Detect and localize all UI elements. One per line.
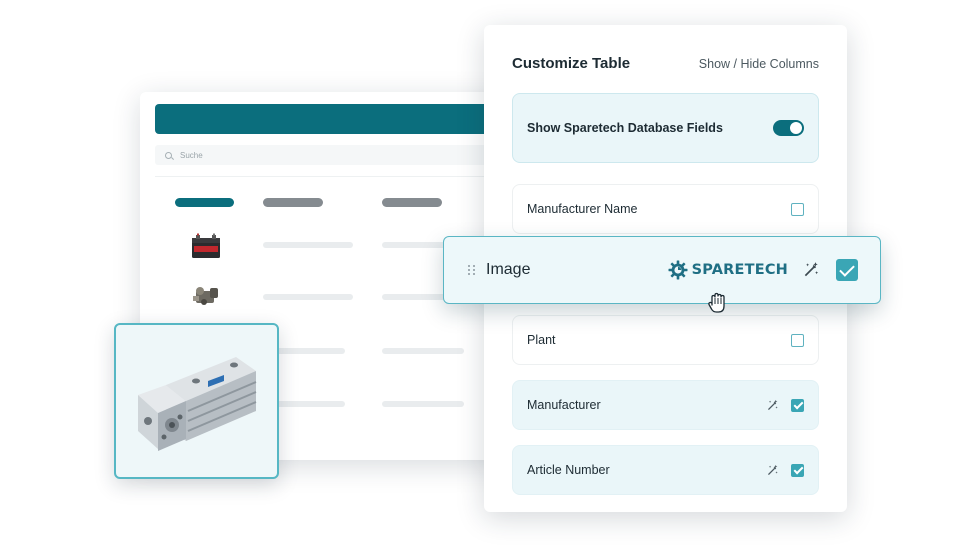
show-hide-columns-link[interactable]: Show / Hide Columns bbox=[699, 57, 819, 71]
field-label: Image bbox=[486, 261, 531, 278]
field-row-manufacturer-name[interactable]: Manufacturer Name bbox=[512, 184, 819, 234]
search-icon bbox=[165, 151, 172, 159]
magic-wand-icon bbox=[804, 262, 819, 277]
cell-placeholder bbox=[263, 294, 353, 300]
magic-wand-icon bbox=[767, 464, 778, 475]
field-label: Plant bbox=[527, 333, 556, 347]
field-checkbox[interactable] bbox=[836, 259, 858, 281]
field-row-article-number[interactable]: Article Number bbox=[512, 445, 819, 495]
field-checkbox[interactable] bbox=[791, 202, 804, 216]
search-placeholder: Suche bbox=[180, 150, 203, 160]
toggle-label: Show Sparetech Database Fields bbox=[527, 121, 723, 135]
column-header-placeholder bbox=[175, 198, 234, 207]
field-checkbox[interactable] bbox=[791, 398, 804, 412]
sparetech-brand: SPARETECH bbox=[668, 260, 788, 280]
search-input[interactable]: Suche bbox=[155, 145, 510, 165]
pneumatic-cylinder-image bbox=[138, 357, 257, 451]
cell-placeholder bbox=[263, 242, 353, 248]
sparetech-logo-icon bbox=[668, 260, 688, 280]
field-checkbox[interactable] bbox=[791, 463, 804, 477]
field-row-plant[interactable]: Plant bbox=[512, 315, 819, 365]
drag-handle-icon[interactable] bbox=[468, 265, 475, 275]
divider bbox=[155, 176, 510, 177]
magic-wand-icon bbox=[767, 399, 778, 410]
sparetech-fields-toggle-row: Show Sparetech Database Fields bbox=[512, 93, 819, 163]
cell-placeholder bbox=[382, 348, 464, 354]
hand-pointer-icon bbox=[708, 292, 725, 313]
field-row-manufacturer[interactable]: Manufacturer bbox=[512, 380, 819, 430]
car-battery-image bbox=[192, 233, 220, 258]
column-header-placeholder bbox=[263, 198, 323, 207]
field-label: Article Number bbox=[527, 463, 610, 477]
sparetech-fields-toggle[interactable] bbox=[773, 120, 804, 136]
panel-title: Customize Table bbox=[512, 55, 631, 72]
field-label: Manufacturer bbox=[527, 398, 601, 412]
field-label: Manufacturer Name bbox=[527, 202, 638, 216]
table-header-bar bbox=[155, 104, 510, 134]
cell-placeholder bbox=[382, 401, 464, 407]
column-header-placeholder bbox=[382, 198, 442, 207]
field-checkbox[interactable] bbox=[791, 333, 804, 347]
brand-name: SPARETECH bbox=[691, 262, 788, 278]
product-thumbnail-card bbox=[114, 323, 279, 479]
dragged-field-row-image[interactable]: Image SPARETECH bbox=[443, 236, 881, 304]
valve-part-image bbox=[193, 287, 218, 305]
